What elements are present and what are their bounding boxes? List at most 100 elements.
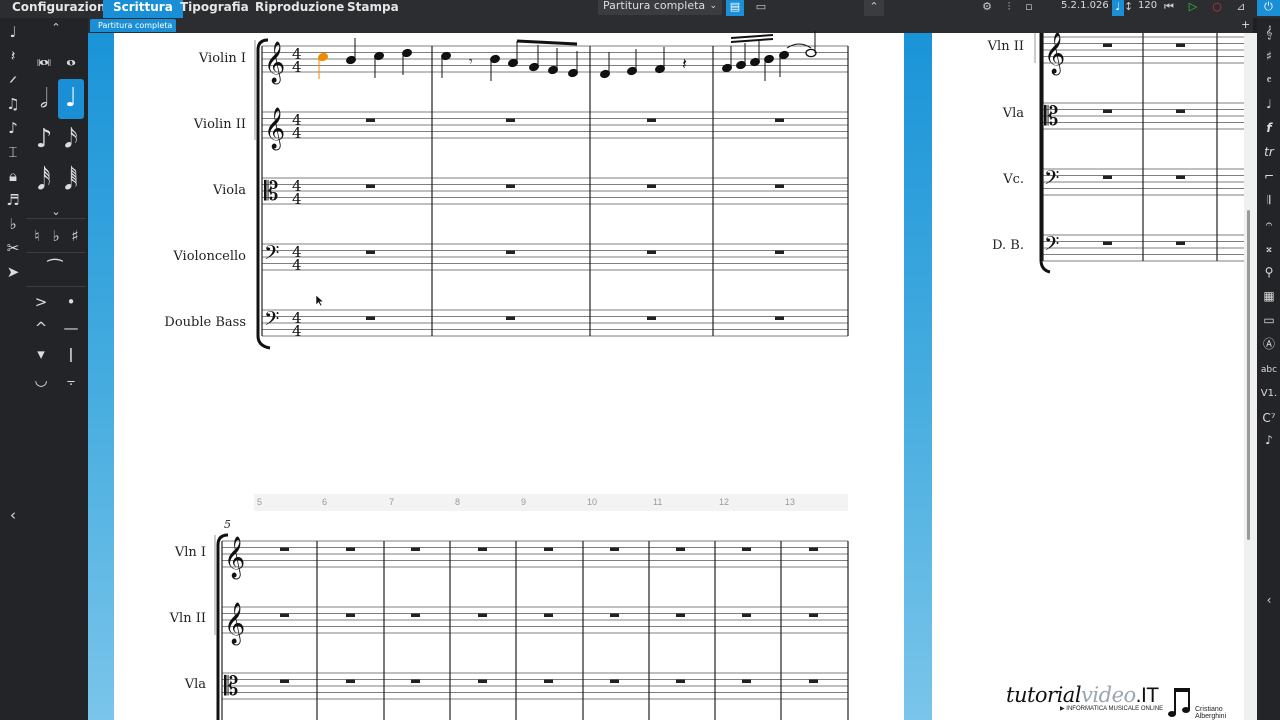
text-icon[interactable]: Ⓐ xyxy=(1258,336,1280,352)
time-signature-icon[interactable]: 𝄴 xyxy=(1258,72,1280,88)
tempo-value[interactable]: 120 xyxy=(1138,0,1157,12)
whole-note-icon[interactable]: 𝅝 xyxy=(58,38,84,78)
sixteenth-note-icon[interactable]: 𝅘𝅥𝅯 xyxy=(58,120,84,160)
instrument-name-double-bass: Double Bass xyxy=(164,315,246,330)
repeat-endings-icon[interactable]: ⌐ xyxy=(1258,168,1280,184)
brand-part2: video xyxy=(1081,683,1136,707)
measure-number: 10 xyxy=(587,497,598,507)
system-start-measure-number: 5 xyxy=(224,518,231,531)
breve-icon[interactable]: 𝅜 xyxy=(31,38,57,78)
staccato-icon[interactable]: • xyxy=(60,292,82,312)
sharp-icon[interactable]: ♯ xyxy=(64,226,86,246)
playing-techniques-icon[interactable]: ⚲ xyxy=(1258,264,1280,280)
divider xyxy=(26,218,86,219)
instrument-name-viola: Viola xyxy=(212,183,246,198)
figured-bass-icon[interactable]: ♪ xyxy=(1258,432,1280,448)
holds-pauses-icon[interactable]: 𝄐 xyxy=(1258,216,1280,232)
ornaments-icon[interactable]: tr xyxy=(1258,144,1280,160)
comments-icon[interactable]: ▭ xyxy=(1258,312,1280,328)
power-icon[interactable]: ⏻ xyxy=(1257,0,1280,16)
score-page-1 xyxy=(114,33,904,720)
tremolo-icon[interactable]: 𝄪 xyxy=(1258,240,1280,256)
vertical-scrollbar[interactable] xyxy=(1244,33,1257,720)
chord-icon[interactable]: ♬ xyxy=(2,190,24,210)
film-reel-icon[interactable]: ⚙ xyxy=(978,0,996,16)
stress-icon[interactable]: ǀ xyxy=(60,344,82,364)
note-value-icon[interactable]: ♩ xyxy=(1112,0,1124,16)
add-tab-icon[interactable]: + xyxy=(1241,19,1250,31)
slur-icon[interactable]: ⁀ xyxy=(35,260,75,280)
half-note-icon[interactable]: 𝅗𝅥 xyxy=(31,80,57,120)
lyrics-icon[interactable]: abc xyxy=(1258,362,1280,378)
version-label: 5.2.1.026 xyxy=(1061,0,1109,11)
video-icon[interactable]: ▫ xyxy=(1020,0,1038,16)
unstress-icon[interactable]: ◡ xyxy=(30,370,52,390)
menu-stampa[interactable]: Stampa xyxy=(337,0,409,18)
voice-icon[interactable]: ♭ xyxy=(2,214,24,234)
brand-subtitle-text: INFORMATICA MUSICALE ONLINE xyxy=(1066,706,1164,712)
scissors-icon[interactable]: ✂ xyxy=(2,238,24,258)
brand-author: Cristiano Alberghini xyxy=(1195,706,1226,720)
insert-icon[interactable]: ⌶ xyxy=(2,142,24,162)
tenuto-staccato-icon[interactable]: ⨪ xyxy=(60,370,82,390)
slash-icon[interactable]: 𝄍 xyxy=(2,70,24,90)
brand-part1: tutorial xyxy=(1006,683,1082,707)
note-input-icon[interactable]: ♩ xyxy=(2,22,24,42)
chevron-up-icon[interactable]: ⌃ xyxy=(864,0,884,16)
mixer-icon[interactable]: ⫶ xyxy=(1000,0,1018,16)
tempo-icon[interactable]: ♩ xyxy=(1258,96,1280,112)
measure-number: 6 xyxy=(322,497,328,507)
page-view-icon[interactable]: ▭ xyxy=(752,0,770,16)
scroll-up-icon[interactable]: ⌃ xyxy=(45,18,67,38)
measure-number: 8 xyxy=(455,497,461,507)
measure-number: 7 xyxy=(389,497,395,507)
layout-select-value: Partitura completa xyxy=(603,0,706,12)
staccatissimo-icon[interactable]: ▾ xyxy=(30,344,52,364)
force-duration-icon[interactable]: ♪ xyxy=(2,118,24,138)
collapse-left-icon[interactable]: ‹ xyxy=(2,505,24,525)
collapse-right-icon[interactable]: ‹ xyxy=(1258,592,1280,608)
quarter-note-icon[interactable]: ♩ xyxy=(58,79,84,119)
instrument-name-db-page2: D. B. xyxy=(992,238,1024,253)
eighth-note-icon[interactable]: ♪ xyxy=(31,120,57,160)
scroll-down-icon[interactable]: ⌄ xyxy=(45,202,67,222)
rehearsal-mark-icon[interactable]: V1. xyxy=(1258,386,1280,402)
author-first: Cristiano xyxy=(1195,706,1223,713)
play-icon[interactable]: ▷ xyxy=(1184,0,1202,16)
dynamics-icon[interactable]: f xyxy=(1258,120,1280,136)
bars-icon[interactable]: 𝄂 xyxy=(1258,192,1280,208)
marcato-icon[interactable]: ^ xyxy=(30,318,52,338)
tab-bar xyxy=(88,18,1253,33)
measure-number: 11 xyxy=(653,497,663,507)
instrument-name-vla-page2: Vla xyxy=(1002,106,1024,121)
instrument-name-vc-page2: Vc. xyxy=(1003,172,1024,187)
record-icon[interactable]: ○ xyxy=(1208,0,1226,16)
rest-icon[interactable]: 𝄽 xyxy=(2,46,24,66)
scrollbar-thumb[interactable] xyxy=(1247,210,1250,540)
key-signature-icon[interactable]: ♯ xyxy=(1258,48,1280,64)
clef-icon[interactable]: 𝄞 xyxy=(1258,24,1280,40)
tab-partitura-completa[interactable]: Partitura completa xyxy=(90,19,176,32)
thirty-second-note-icon[interactable]: 𝅘𝅥𝅰 xyxy=(31,162,57,202)
layout-select[interactable]: Partitura completa ⌄ xyxy=(598,0,722,15)
divider xyxy=(26,286,86,287)
metronome-icon[interactable]: ⊿ xyxy=(1232,0,1250,16)
instrument-name-vln1-sys2: Vln I xyxy=(174,545,206,560)
select-arrow-icon[interactable]: ➤ xyxy=(2,262,24,282)
chord-symbols-icon[interactable]: C⁷ xyxy=(1258,410,1280,426)
brand-subtitle: ▶ INFORMATICA MUSICALE ONLINE xyxy=(1060,706,1164,712)
cues-icon[interactable]: ▦ xyxy=(1258,288,1280,304)
instrument-name-violin-1: Violin I xyxy=(198,51,246,66)
brand-notes-icon xyxy=(1168,688,1190,717)
galley-view-icon[interactable]: ▤ xyxy=(726,0,744,16)
sixty-fourth-note-icon[interactable]: 𝅘𝅥𝅱 xyxy=(58,162,84,202)
accent-icon[interactable]: > xyxy=(30,292,52,312)
instrument-name-violin-2: Violin II xyxy=(193,117,246,132)
tenuto-icon[interactable]: — xyxy=(60,318,82,338)
score-page-2 xyxy=(932,33,1244,720)
rewind-icon[interactable]: ⏮ xyxy=(1160,0,1178,16)
lock-icon[interactable]: 🔒︎ xyxy=(2,166,24,186)
grace-note-icon[interactable]: ♫ xyxy=(2,94,24,114)
measure-number: 13 xyxy=(785,497,796,507)
tempo-arrows-icon: ↕ xyxy=(1124,0,1134,13)
